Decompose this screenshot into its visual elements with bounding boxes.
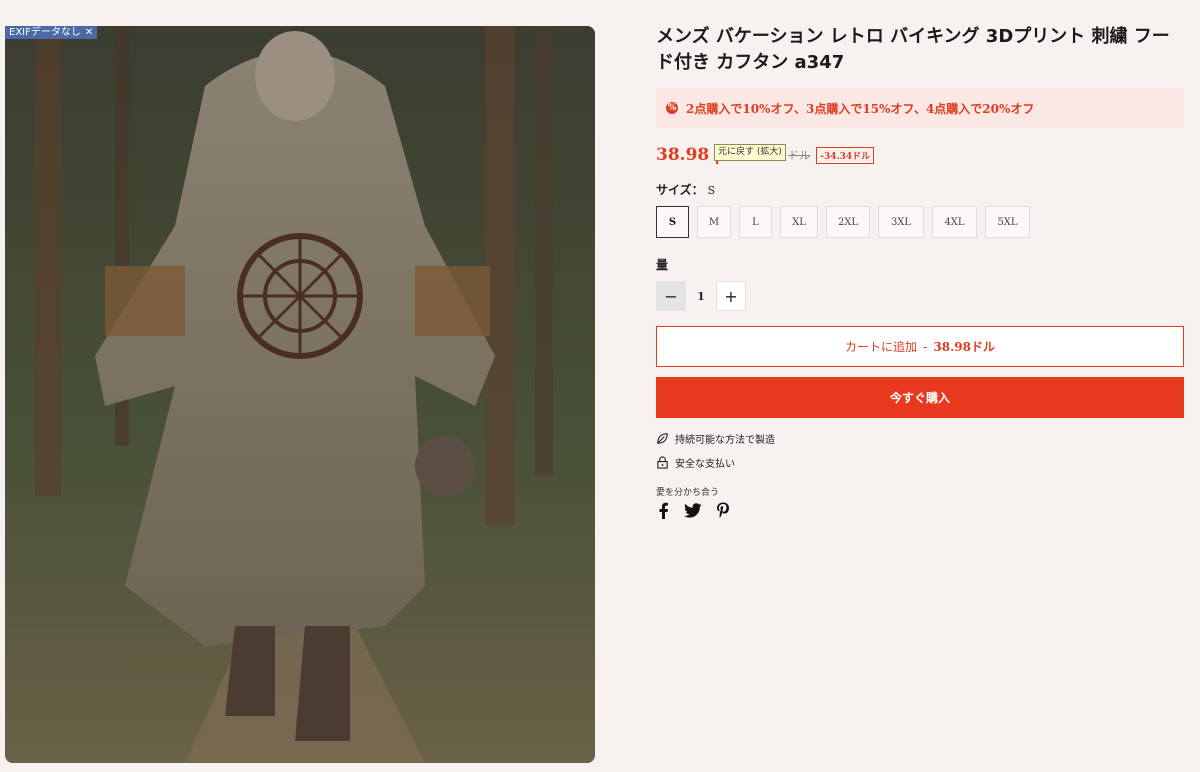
discount-badge: -34.34ドル: [816, 146, 875, 164]
share-label: 愛を分かち合う: [656, 488, 720, 498]
size-option-l[interactable]: L: [739, 206, 772, 238]
quantity-stepper: − 1 +: [656, 281, 746, 311]
feature-sustainable: 持続可能な方法で製造: [656, 431, 775, 446]
add-to-cart-separator: -: [923, 339, 928, 354]
lock-icon: [657, 456, 668, 469]
size-selected-value: S: [707, 184, 716, 197]
promo-text: 2点購入で10%オフ、3点購入で15%オフ、4点購入で20%オフ: [686, 101, 1035, 116]
add-to-cart-button[interactable]: カートに追加 - 38.98ドル: [656, 326, 1184, 367]
feature-secure-payment-text: 安全な支払い: [675, 459, 735, 470]
discount-icon: %: [666, 102, 678, 114]
leaf-icon: [657, 433, 668, 444]
share-icons: [656, 502, 730, 519]
size-option-5xl[interactable]: 5XL: [985, 206, 1030, 238]
buy-now-button[interactable]: 今すぐ購入: [656, 377, 1184, 418]
size-label-text: サイズ：: [656, 183, 704, 197]
quantity-label: 量: [656, 258, 669, 272]
size-options: S M L XL 2XL 3XL 4XL 5XL: [656, 206, 1030, 238]
product-title: メンズ バケーション レトロ バイキング 3Dプリント 刺繍 フード付き カフタ…: [656, 26, 1170, 73]
size-option-2xl[interactable]: 2XL: [826, 206, 870, 238]
product-image[interactable]: [5, 26, 595, 763]
add-to-cart-label: カートに追加: [845, 340, 918, 354]
feature-sustainable-text: 持続可能な方法で製造: [675, 435, 775, 446]
size-option-xl[interactable]: XL: [780, 206, 818, 238]
size-label: サイズ： S: [656, 181, 715, 198]
increase-quantity-button[interactable]: +: [716, 281, 746, 311]
original-price: ドル: [788, 149, 811, 162]
quantity-value[interactable]: 1: [686, 290, 716, 303]
exif-badge: EXIFデータなし ✕: [5, 26, 98, 39]
facebook-icon[interactable]: [656, 502, 670, 519]
exif-label: EXIFデータなし: [9, 27, 81, 38]
size-option-3xl[interactable]: 3XL: [878, 206, 924, 238]
promo-banner: % 2点購入で10%オフ、3点購入で15%オフ、4点購入で20%オフ: [656, 88, 1184, 128]
size-option-m[interactable]: M: [697, 206, 731, 238]
add-to-cart-amount: 38.98ドル: [933, 340, 995, 354]
close-icon[interactable]: ✕: [85, 26, 93, 39]
size-option-4xl[interactable]: 4XL: [932, 206, 977, 238]
price-row: 38.98 ド 元に戻す (拡大) ドル -34.34ドル: [656, 144, 875, 168]
current-price: 38.98: [656, 145, 710, 165]
twitter-icon[interactable]: [684, 502, 702, 519]
pinterest-icon[interactable]: [716, 502, 730, 519]
zoom-tooltip: 元に戻す (拡大): [714, 144, 786, 161]
feature-secure-payment: 安全な支払い: [656, 455, 735, 470]
size-option-s[interactable]: S: [656, 206, 689, 238]
decrease-quantity-button[interactable]: −: [656, 281, 686, 311]
